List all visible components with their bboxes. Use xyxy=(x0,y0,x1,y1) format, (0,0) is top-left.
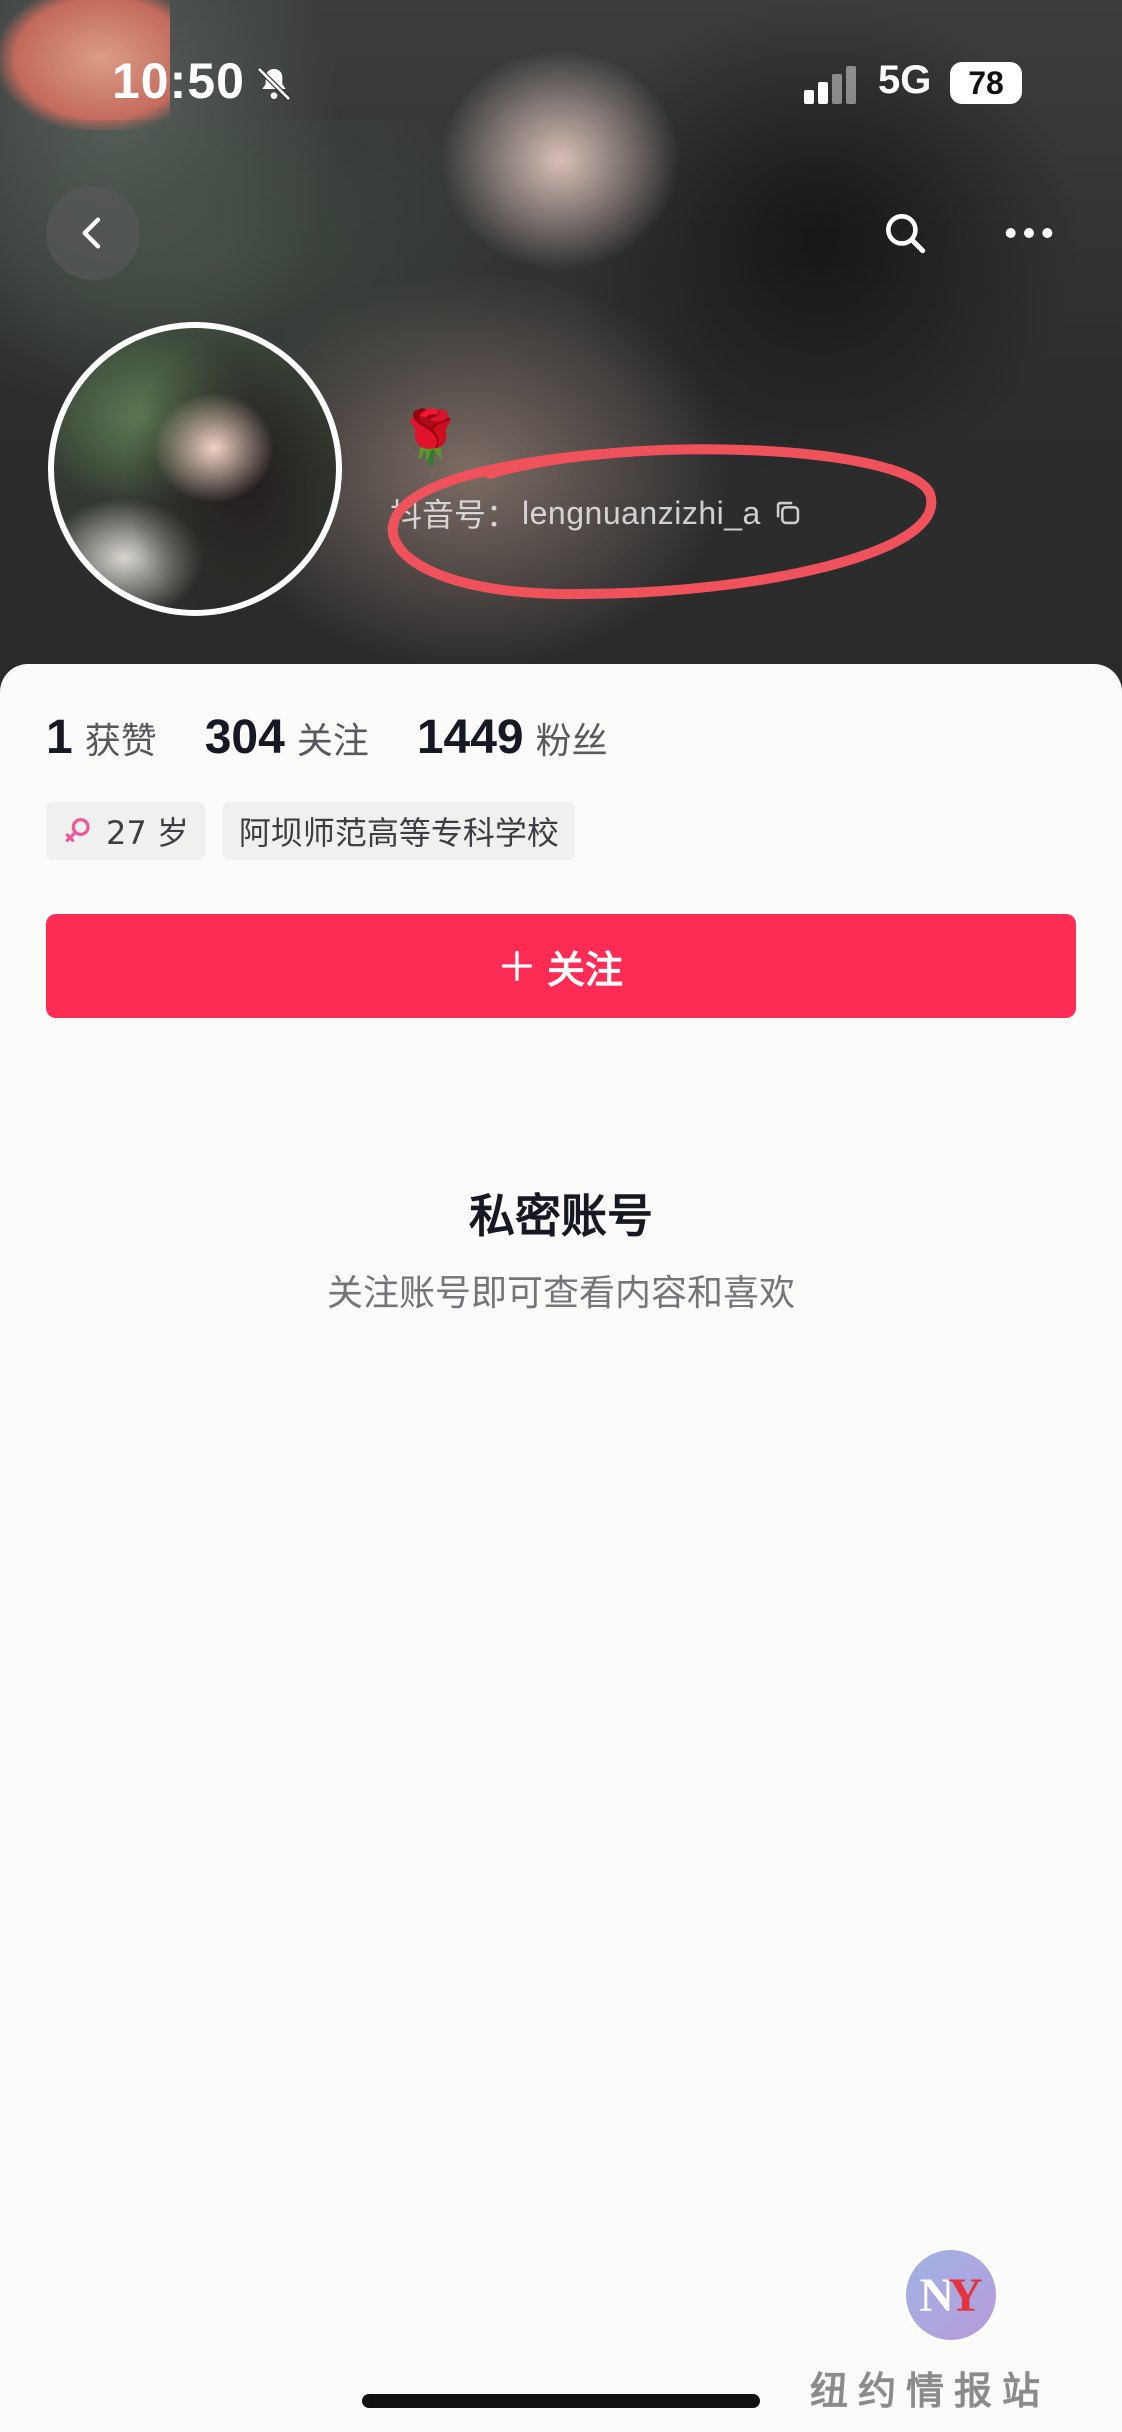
more-horizontal-icon xyxy=(1005,228,1053,238)
home-indicator[interactable] xyxy=(362,2394,760,2408)
follow-button[interactable]: 关注 xyxy=(46,914,1076,1018)
search-button[interactable] xyxy=(868,196,942,270)
profile-page: 10:50 5G 78 🌹 抖音号： lengnuanzizhi_a 1 获赞 … xyxy=(0,0,1122,2432)
follow-label: 关注 xyxy=(546,947,623,992)
age-tag: 27 岁 xyxy=(46,802,205,860)
chevron-left-icon xyxy=(82,217,101,249)
stat-likes[interactable]: 1 获赞 xyxy=(46,710,157,765)
profile-content: 1 获赞 304 关注 1449 粉丝 27 岁 阿坝师范高等专科学校 关注 私… xyxy=(0,664,1122,2432)
copy-icon[interactable] xyxy=(771,496,805,530)
more-button[interactable] xyxy=(992,196,1066,270)
watermark-text: 纽约情报站 xyxy=(810,2369,1051,2413)
female-icon xyxy=(65,818,90,842)
status-bar: 10:50 5G 78 xyxy=(0,0,1122,160)
douyin-id[interactable]: 抖音号： lengnuanzizhi_a xyxy=(390,490,805,536)
likes-label: 获赞 xyxy=(84,721,157,762)
nickname-rose-emoji: 🌹 xyxy=(398,408,463,468)
private-account-subtitle: 关注账号即可查看内容和喜欢 xyxy=(326,1273,795,1314)
avatar[interactable] xyxy=(48,322,342,616)
school-tag[interactable]: 阿坝师范高等专科学校 xyxy=(222,802,575,860)
stats-row: 1 获赞 304 关注 1449 粉丝 xyxy=(46,710,656,765)
search-icon xyxy=(886,214,926,254)
plus-icon xyxy=(501,950,533,982)
back-button[interactable] xyxy=(46,186,140,280)
following-count: 304 xyxy=(204,711,285,764)
private-account-title: 私密账号 xyxy=(469,1189,653,1243)
bell-muted-icon xyxy=(257,67,291,101)
followers-count: 1449 xyxy=(416,711,524,764)
following-label: 关注 xyxy=(296,721,369,762)
age-text: 27 岁 xyxy=(106,814,189,852)
status-time: 10:50 xyxy=(112,53,245,109)
profile-tags: 27 岁 阿坝师范高等专科学校 xyxy=(46,802,593,860)
battery-indicator: 78 xyxy=(950,62,1022,104)
stat-following[interactable]: 304 关注 xyxy=(205,710,369,765)
network-type: 5G xyxy=(878,58,932,102)
watermark-logo: NY xyxy=(906,2250,996,2340)
stat-followers[interactable]: 1449 粉丝 xyxy=(417,710,608,765)
followers-label: 粉丝 xyxy=(535,721,608,762)
school-text: 阿坝师范高等专科学校 xyxy=(238,814,559,852)
douyin-id-label: 抖音号： xyxy=(390,496,519,534)
signal-icon xyxy=(804,66,856,104)
douyin-id-value: lengnuanzizhi_a xyxy=(522,494,761,531)
likes-count: 1 xyxy=(46,711,73,764)
